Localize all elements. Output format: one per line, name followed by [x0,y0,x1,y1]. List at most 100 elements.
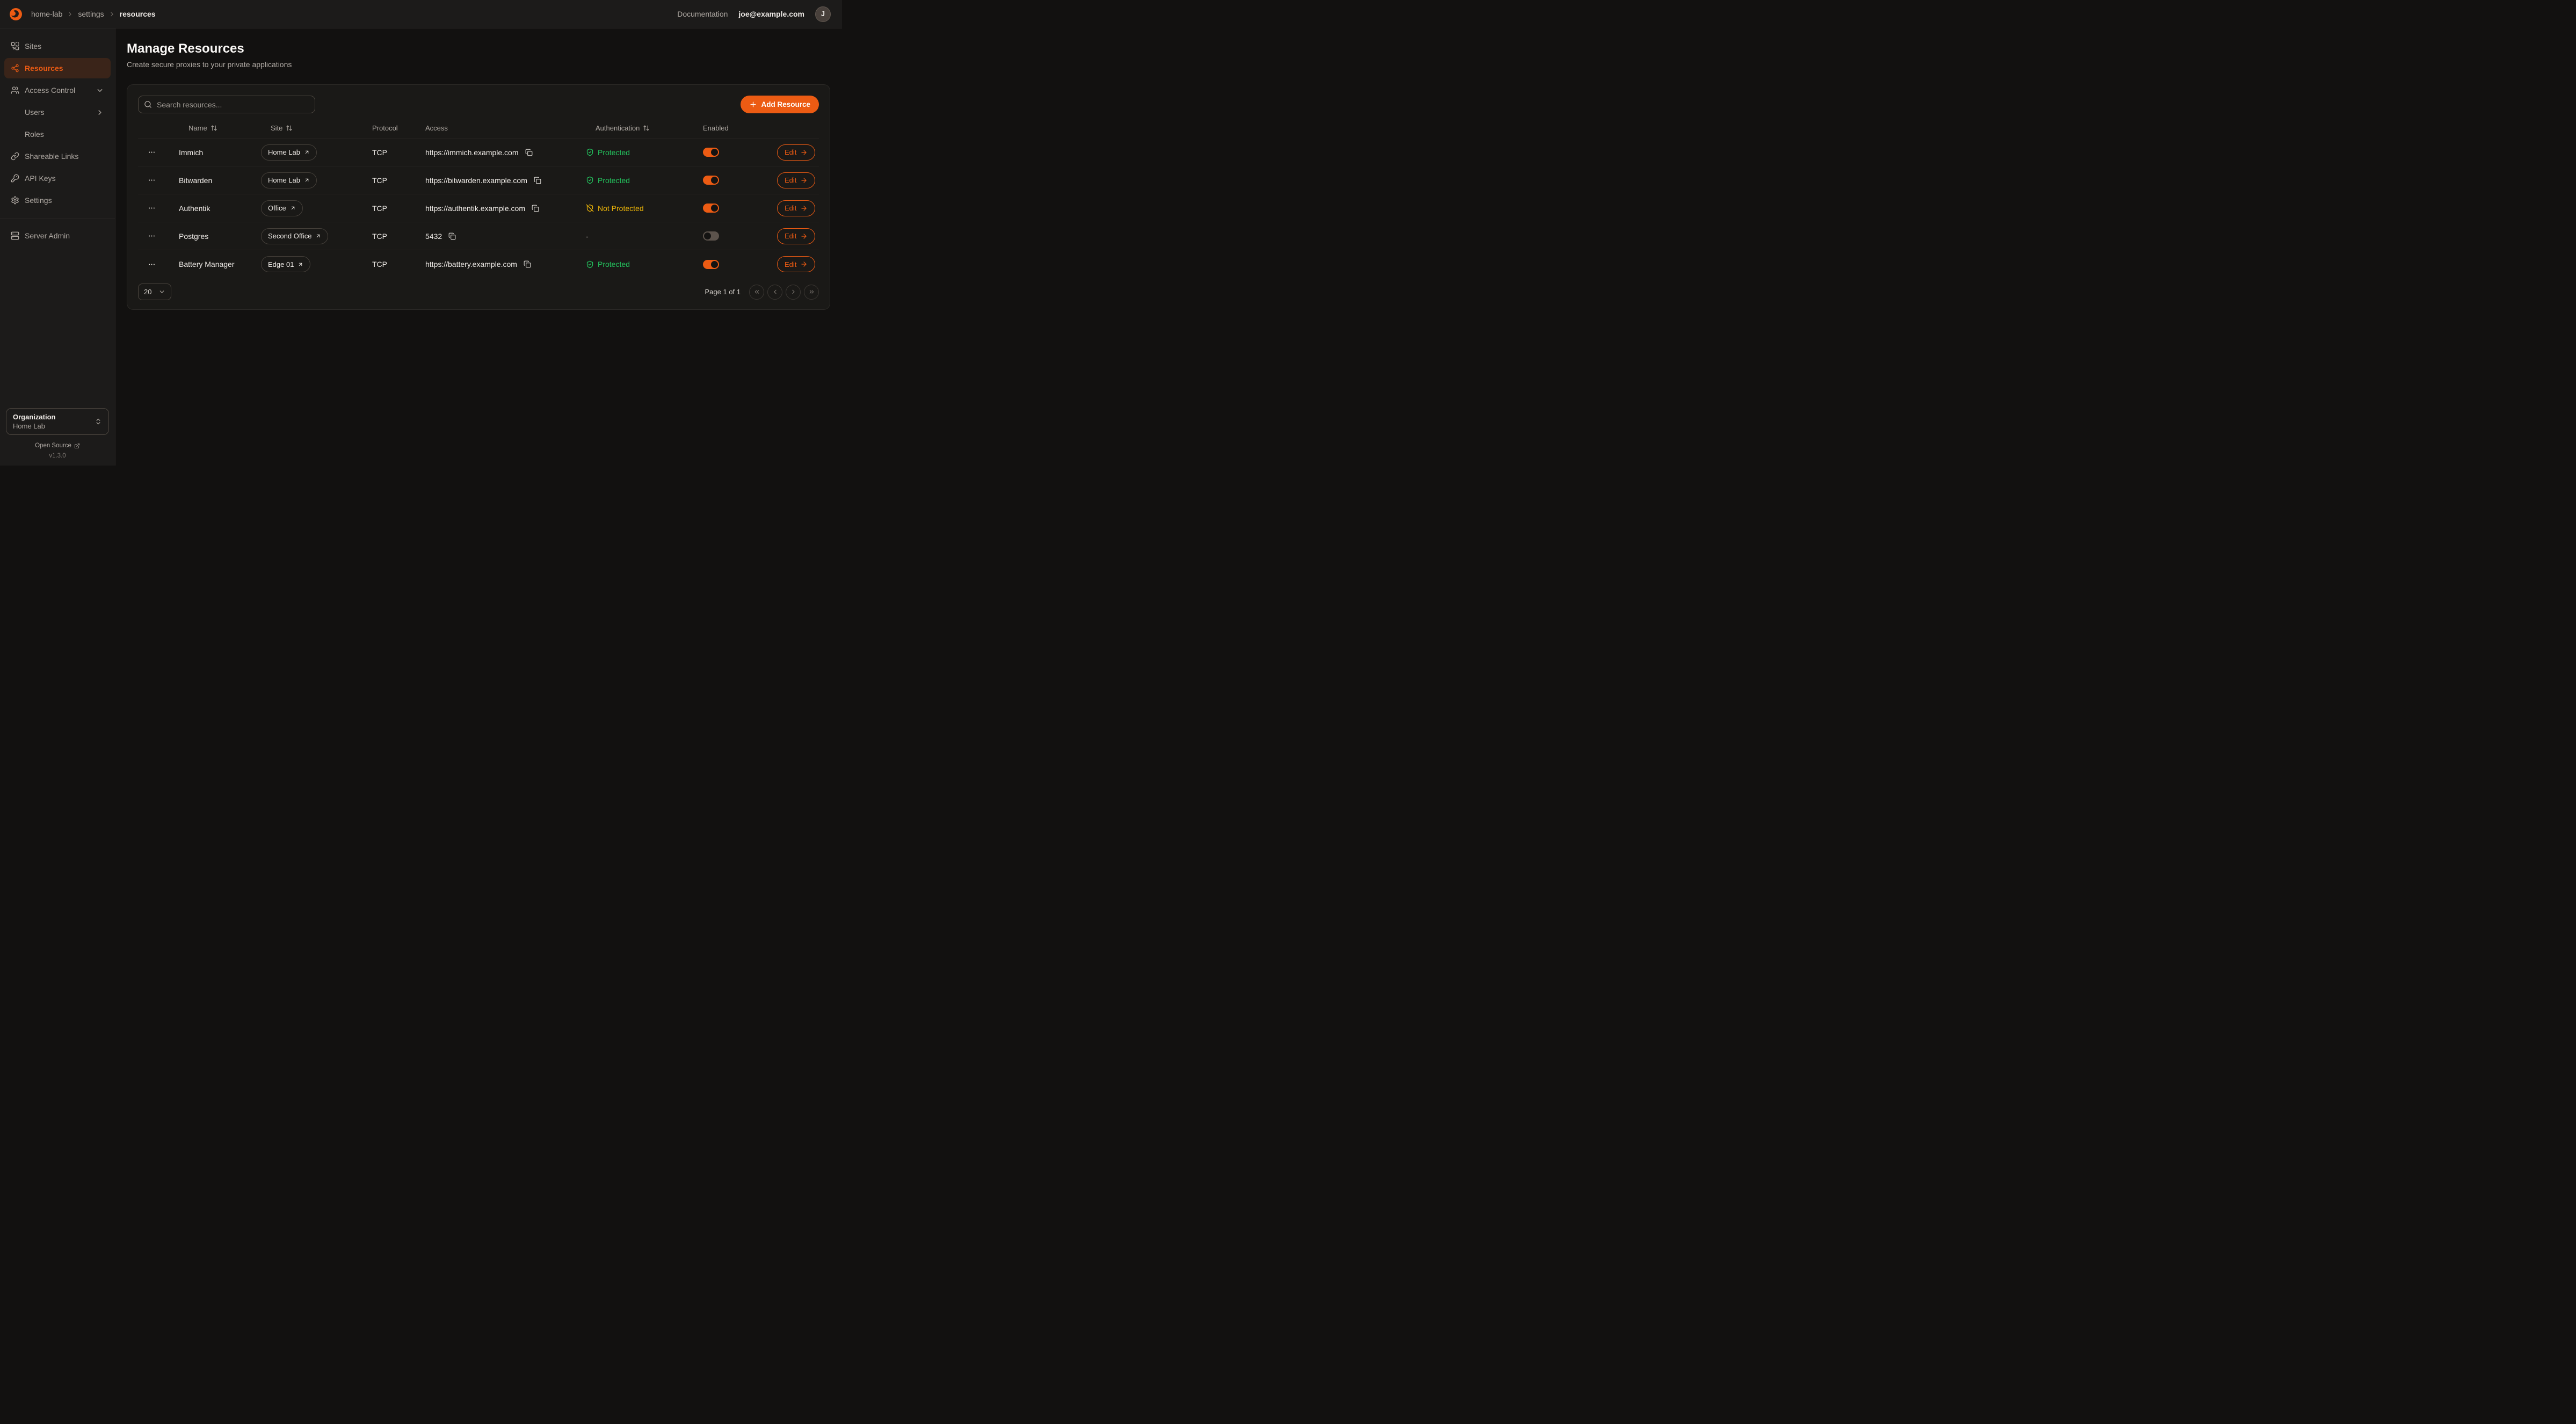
copy-access-button[interactable] [521,258,533,270]
edit-label: Edit [785,176,796,184]
edit-button[interactable]: Edit [777,200,815,216]
breadcrumb-org[interactable]: home-lab [31,10,62,18]
copy-access-button[interactable] [529,202,541,214]
chevrons-up-down-icon [95,418,102,425]
column-header-site[interactable]: Site [261,124,372,132]
row-menu-button[interactable] [144,229,159,244]
edit-button[interactable]: Edit [777,228,815,244]
search-icon [144,100,152,108]
arrow-right-icon [800,260,808,268]
row-menu-button[interactable] [144,201,159,216]
resource-access: https://immich.example.com [425,147,586,158]
column-header-authentication[interactable]: Authentication [586,124,703,132]
sidebar-item-users[interactable]: Users [4,102,111,122]
breadcrumb: home-lab settings resources [31,10,156,18]
edit-label: Edit [785,232,796,240]
sidebar-item-settings[interactable]: Settings [4,190,111,210]
next-page-button[interactable] [786,285,801,300]
edit-button[interactable]: Edit [777,144,815,161]
sidebar-item-resources[interactable]: Resources [4,58,111,78]
breadcrumb-settings[interactable]: settings [78,10,104,18]
search-wrap [138,96,315,113]
column-header-name[interactable]: Name [179,124,261,132]
enabled-toggle[interactable] [703,148,719,157]
resource-protocol: TCP [372,204,425,213]
chevron-right-icon [790,288,797,295]
sidebar-item-label: Shareable Links [25,152,78,161]
sidebar-item-label: Users [25,108,45,117]
ellipsis-icon [148,148,156,156]
sidebar-item-label: Server Admin [25,231,70,240]
first-page-button[interactable] [749,285,764,300]
arrow-up-right-icon [297,261,303,267]
search-input[interactable] [138,96,315,113]
copy-access-button[interactable] [532,175,543,186]
page-size-select[interactable]: 20 [138,284,171,300]
resource-access: 5432 [425,230,586,242]
site-link[interactable]: Home Lab [261,144,317,161]
column-label: Access [425,124,448,132]
access-url: https://battery.example.com [425,260,517,268]
organization-title: Organization [13,413,55,421]
documentation-link[interactable]: Documentation [677,10,728,18]
sort-icon [643,125,650,132]
sidebar-item-sites[interactable]: Sites [4,36,111,56]
chevrons-left-icon [753,288,760,295]
sidebar-nav: Sites Resources Access Control [0,36,115,248]
user-avatar[interactable]: J [815,6,831,22]
column-label: Name [188,124,207,132]
site-link[interactable]: Second Office [261,228,328,244]
site-link[interactable]: Office [261,200,303,216]
topbar-left: home-lab settings resources [7,5,156,23]
row-menu-button[interactable] [144,257,159,272]
column-header-protocol: Protocol [372,124,425,132]
copy-icon [448,233,456,240]
row-menu-button[interactable] [144,173,159,188]
site-link[interactable]: Edge 01 [261,256,310,272]
add-resource-button[interactable]: Add Resource [741,96,819,113]
site-link[interactable]: Home Lab [261,172,317,188]
enabled-toggle[interactable] [703,204,719,213]
sidebar-item-api-keys[interactable]: API Keys [4,168,111,188]
enabled-toggle[interactable] [703,176,719,185]
copy-access-button[interactable] [523,147,535,158]
copy-access-button[interactable] [446,230,458,242]
enabled-toggle[interactable] [703,260,719,269]
sidebar: Sites Resources Access Control [0,28,115,466]
sites-icon [11,42,19,50]
page-size-value: 20 [144,288,151,296]
sidebar-spacer [0,248,115,408]
sidebar-item-roles[interactable]: Roles [4,124,111,144]
sidebar-item-server-admin[interactable]: Server Admin [4,226,111,246]
organization-picker[interactable]: Organization Home Lab [6,408,109,435]
resource-protocol: TCP [372,260,425,268]
open-source-link[interactable]: Open Source [35,442,80,449]
topbar: home-lab settings resources Documentatio… [0,0,842,28]
edit-button[interactable]: Edit [777,172,815,188]
chevron-left-icon [772,288,779,295]
previous-page-button[interactable] [767,285,782,300]
user-email[interactable]: joe@example.com [738,10,804,18]
sidebar-item-shareable-links[interactable]: Shareable Links [4,146,111,166]
enabled-toggle[interactable] [703,231,719,241]
key-icon [11,174,19,183]
arrow-right-icon [800,233,808,240]
last-page-button[interactable] [804,285,819,300]
column-label: Authentication [596,124,640,132]
sidebar-item-access-control[interactable]: Access Control [4,80,111,100]
shield-check-icon [586,260,594,268]
ellipsis-icon [148,176,156,184]
app-logo-icon[interactable] [7,5,25,23]
auth-status: - [586,232,703,241]
ellipsis-icon [148,232,156,240]
column-label: Protocol [372,124,398,132]
sidebar-item-label: API Keys [25,174,56,183]
copy-icon [534,177,541,184]
table-toolbar: Add Resource [138,96,819,113]
edit-button[interactable]: Edit [777,256,815,272]
resource-access: https://battery.example.com [425,258,586,270]
arrow-right-icon [800,177,808,184]
organization-texts: Organization Home Lab [13,413,55,430]
arrow-up-right-icon [290,205,296,211]
row-menu-button[interactable] [144,145,159,160]
